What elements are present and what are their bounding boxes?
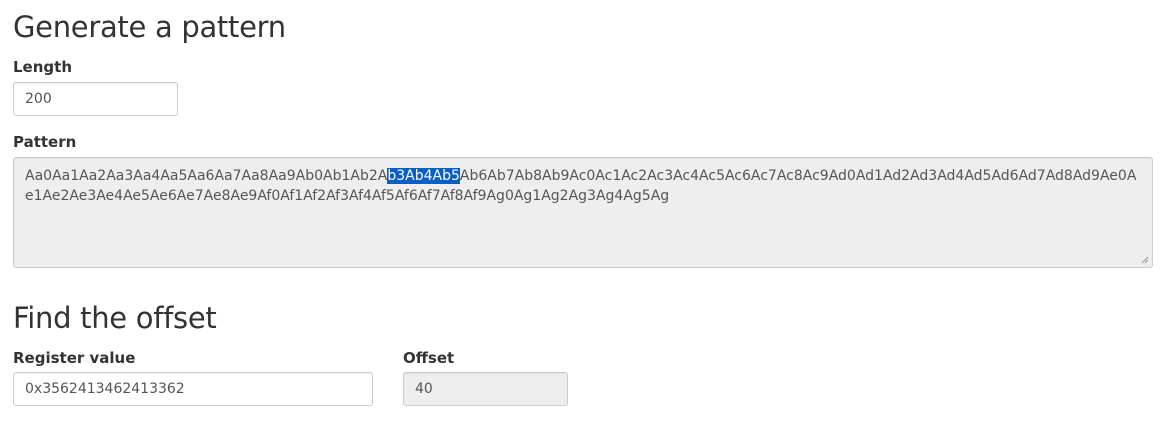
register-value-input[interactable]: 0x3562413462413362 [13, 372, 373, 406]
register-value-label: Register value [13, 349, 136, 367]
offset-label: Offset [403, 349, 455, 367]
pattern-text-before: Aa0Aa1Aa2Aa3Aa4Aa5Aa6Aa7Aa8Aa9Ab0Ab1Ab2A [25, 168, 388, 184]
resize-grip-icon[interactable] [1141, 256, 1149, 264]
pattern-textarea[interactable]: Aa0Aa1Aa2Aa3Aa4Aa5Aa6Aa7Aa8Aa9Ab0Ab1Ab2A… [13, 157, 1153, 268]
offset-output-value: 40 [415, 381, 433, 397]
pattern-tool-page: Generate a pattern Length 200 Pattern Aa… [0, 0, 1167, 425]
offset-output: 40 [403, 372, 568, 406]
register-value-text: 0x3562413462413362 [25, 381, 185, 397]
generate-pattern-heading: Generate a pattern [13, 10, 286, 44]
length-label: Length [13, 58, 72, 76]
length-input-value: 200 [25, 91, 52, 107]
pattern-label: Pattern [13, 133, 77, 151]
length-input[interactable]: 200 [13, 82, 178, 116]
find-offset-heading: Find the offset [13, 301, 217, 335]
pattern-selected-text: b3Ab4Ab5 [387, 168, 460, 184]
